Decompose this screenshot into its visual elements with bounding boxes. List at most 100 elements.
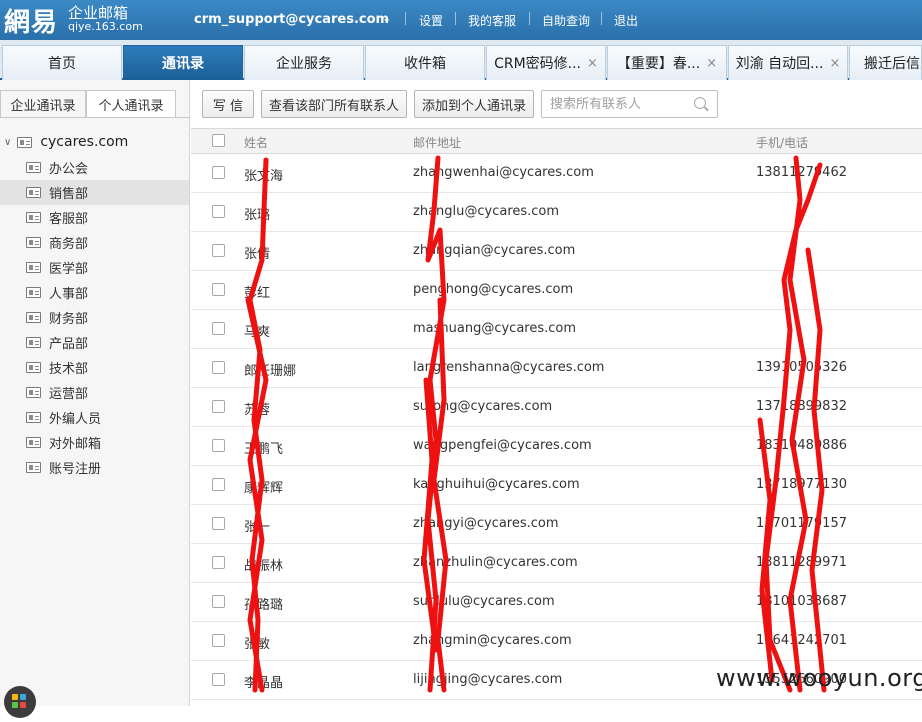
table-row[interactable]: 郎任珊娜 langrenshanna@cycares.com 13910505326: [191, 349, 922, 388]
sidebar-department-item[interactable]: 运营部: [0, 380, 189, 405]
settings-link[interactable]: 设置: [419, 12, 443, 29]
compose-button[interactable]: 写 信: [202, 90, 254, 118]
contact-email[interactable]: zhanglu@cycares.com: [413, 204, 559, 219]
tab-relocation-info[interactable]: 搬迁后信息: [849, 45, 922, 80]
search-box[interactable]: [541, 90, 718, 118]
table-row[interactable]: 张文海 zhangwenhai@cycares.com 13811279462: [191, 154, 922, 193]
self-service-link[interactable]: 自助查询: [542, 12, 590, 29]
table-row[interactable]: 张倩 zhangqian@cycares.com: [191, 232, 922, 271]
column-header-email[interactable]: 邮件地址: [413, 134, 461, 151]
tab-bar: 首页 通讯录 企业服务 收件箱 CRM密码修... × 【重要】春... × 刘…: [0, 40, 922, 80]
tab-contacts[interactable]: 通讯录: [123, 45, 243, 80]
table-row[interactable]: 孙路璐 sunlulu@cycares.com 18101033687: [191, 583, 922, 622]
table-row[interactable]: 彭红 penghong@cycares.com: [191, 271, 922, 310]
contacts-sidebar: 企业通讯录 个人通讯录 ∨ cycares.com 办公会销售部 客服部 商务部 医学…: [0, 80, 190, 706]
sidebar-department-item[interactable]: 人事部: [0, 280, 189, 305]
row-checkbox[interactable]: [212, 205, 225, 218]
tab-important-notice[interactable]: 【重要】春... ×: [607, 45, 727, 80]
department-label: 办公会: [49, 162, 89, 177]
contact-email[interactable]: lijingjing@cycares.com: [413, 672, 562, 687]
support-link[interactable]: 我的客服: [468, 12, 516, 29]
table-row[interactable]: 王鹏飞 wangpengfei@cycares.com 18310489886: [191, 427, 922, 466]
table-row[interactable]: 苏蓉 surong@cycares.com 13718899832: [191, 388, 922, 427]
row-checkbox[interactable]: [212, 673, 225, 686]
chevron-down-icon[interactable]: ∨: [4, 137, 11, 148]
tab-auto-reply[interactable]: 刘渝 自动回... ×: [728, 45, 848, 80]
table-row[interactable]: 马爽 mashuang@cycares.com: [191, 310, 922, 349]
row-checkbox[interactable]: [212, 361, 225, 374]
tab-personal-contacts[interactable]: 个人通讯录: [86, 90, 176, 118]
tab-inbox[interactable]: 收件箱: [365, 45, 485, 80]
contact-email[interactable]: surong@cycares.com: [413, 399, 552, 414]
add-to-personal-button[interactable]: 添加到个人通讯录: [414, 90, 534, 118]
contact-email[interactable]: zhangwenhai@cycares.com: [413, 165, 594, 180]
contact-email[interactable]: sunlulu@cycares.com: [413, 594, 555, 609]
contact-card-icon: [26, 387, 41, 398]
row-checkbox[interactable]: [212, 283, 225, 296]
contact-phone: 18101033687: [756, 594, 847, 609]
row-checkbox[interactable]: [212, 556, 225, 569]
row-checkbox[interactable]: [212, 322, 225, 335]
tab-label: 【重要】春...: [616, 56, 701, 72]
sidebar-department-item[interactable]: 外编人员: [0, 405, 189, 430]
contact-email[interactable]: zhangmin@cycares.com: [413, 633, 572, 648]
contact-card-icon: [26, 412, 41, 423]
tab-home[interactable]: 首页: [2, 45, 122, 80]
sidebar-department-item[interactable]: 销售部: [0, 180, 189, 205]
row-checkbox[interactable]: [212, 400, 225, 413]
netease-logo[interactable]: 網易: [4, 2, 58, 39]
close-icon[interactable]: ×: [706, 56, 717, 71]
tab-crm-password[interactable]: CRM密码修... ×: [486, 45, 606, 80]
tree-root[interactable]: ∨ cycares.com: [4, 134, 128, 150]
row-checkbox[interactable]: [212, 439, 225, 452]
sidebar-department-item[interactable]: 商务部: [0, 230, 189, 255]
chevron-down-icon[interactable]: ⌄: [382, 12, 391, 25]
table-row[interactable]: 战振林 zhanzhulin@cycares.com 13811289971: [191, 544, 922, 583]
row-checkbox[interactable]: [212, 517, 225, 530]
contact-card-icon: [26, 312, 41, 323]
department-label: 产品部: [49, 337, 89, 352]
row-checkbox[interactable]: [212, 166, 225, 179]
sidebar-department-item[interactable]: 财务部: [0, 305, 189, 330]
close-icon[interactable]: ×: [587, 56, 598, 71]
contact-name: 王鹏飞: [244, 442, 284, 457]
contact-email[interactable]: penghong@cycares.com: [413, 282, 573, 297]
search-input[interactable]: [550, 96, 690, 113]
table-row[interactable]: 张璐 zhanglu@cycares.com: [191, 193, 922, 232]
row-checkbox[interactable]: [212, 595, 225, 608]
row-checkbox[interactable]: [212, 634, 225, 647]
search-icon[interactable]: [694, 97, 706, 109]
contact-email[interactable]: langrenshanna@cycares.com: [413, 360, 604, 375]
tab-enterprise-contacts[interactable]: 企业通讯录: [0, 90, 86, 118]
sidebar-department-item[interactable]: 客服部: [0, 205, 189, 230]
sidebar-department-item[interactable]: 医学部: [0, 255, 189, 280]
divider: [405, 12, 406, 25]
contact-email[interactable]: kanghuihui@cycares.com: [413, 477, 580, 492]
table-row[interactable]: 康辉辉 kanghuihui@cycares.com 13718977130: [191, 466, 922, 505]
row-checkbox[interactable]: [212, 478, 225, 491]
contact-email[interactable]: zhanzhulin@cycares.com: [413, 555, 578, 570]
table-row[interactable]: 张一 zhangyi@cycares.com 13701179157: [191, 505, 922, 544]
department-label: 外编人员: [49, 412, 102, 427]
tab-enterprise-services[interactable]: 企业服务: [244, 45, 364, 80]
contact-email[interactable]: zhangyi@cycares.com: [413, 516, 559, 531]
contact-email[interactable]: mashuang@cycares.com: [413, 321, 576, 336]
logout-link[interactable]: 退出: [614, 12, 638, 29]
view-department-contacts-button[interactable]: 查看该部门所有联系人: [261, 90, 407, 118]
sidebar-department-item[interactable]: 办公会: [0, 155, 189, 180]
column-header-name[interactable]: 姓名: [244, 134, 268, 151]
sidebar-department-item[interactable]: 产品部: [0, 330, 189, 355]
contact-name: 张一: [244, 520, 271, 535]
sidebar-department-item[interactable]: 对外邮箱: [0, 430, 189, 455]
column-header-phone[interactable]: 手机/电话: [756, 134, 808, 151]
contact-email[interactable]: wangpengfei@cycares.com: [413, 438, 592, 453]
select-all-checkbox[interactable]: [212, 134, 225, 147]
account-menu[interactable]: crm_support@cycares.com: [194, 12, 389, 27]
sidebar-department-item[interactable]: 账号注册: [0, 455, 189, 480]
contact-email[interactable]: zhangqian@cycares.com: [413, 243, 575, 258]
app-launcher-icon[interactable]: [4, 686, 36, 718]
table-row[interactable]: 张敏 zhangmin@cycares.com 13641242701: [191, 622, 922, 661]
sidebar-department-item[interactable]: 技术部: [0, 355, 189, 380]
close-icon[interactable]: ×: [829, 56, 840, 71]
row-checkbox[interactable]: [212, 244, 225, 257]
